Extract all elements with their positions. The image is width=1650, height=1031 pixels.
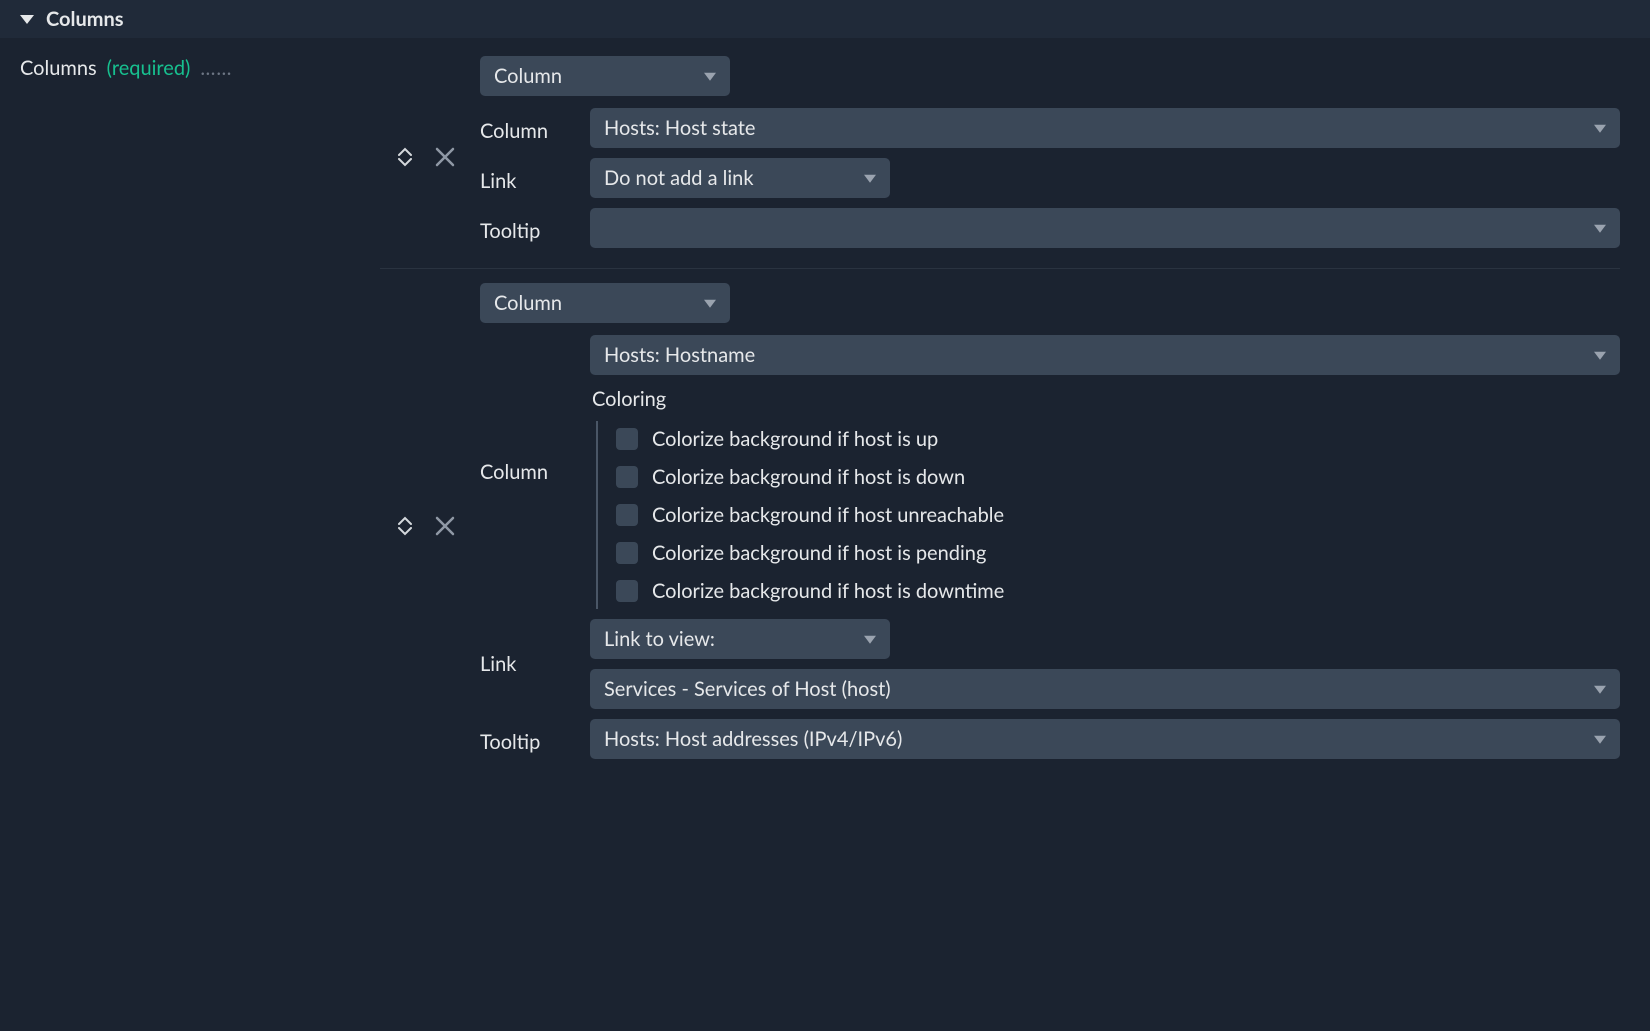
checkbox-icon [616, 466, 638, 488]
panel-title: Columns [46, 7, 124, 31]
column-block: Column Column Hosts: Hostname Coloring [380, 268, 1620, 779]
section-label-text: Columns [20, 56, 97, 80]
field-label-column: Column [480, 113, 590, 143]
chevron-down-icon [1594, 736, 1606, 744]
section-label: Columns (required) …… [20, 56, 380, 80]
coloring-label: Colorize background if host unreachable [652, 503, 1004, 527]
column-value: Hosts: Hostname [604, 343, 755, 367]
column-value-select[interactable]: Hosts: Hostname [590, 335, 1620, 375]
coloring-label: Colorize background if host is up [652, 427, 938, 451]
close-icon [434, 146, 456, 168]
chevron-up-icon [398, 147, 412, 156]
coloring-checkbox-downtime[interactable]: Colorize background if host is downtime [616, 579, 1620, 603]
delete-button[interactable] [434, 146, 456, 168]
chevron-down-icon [1594, 125, 1606, 133]
reorder-handle[interactable] [398, 147, 412, 167]
column-type-value: Column [494, 291, 562, 315]
coloring-checkbox-up[interactable]: Colorize background if host is up [616, 427, 1620, 451]
panel-header[interactable]: Columns [0, 0, 1650, 38]
reorder-handle[interactable] [398, 516, 412, 536]
link-mode-value: Link to view: [604, 627, 715, 651]
chevron-down-icon [398, 158, 412, 167]
coloring-options: Colorize background if host is up Colori… [596, 421, 1620, 609]
coloring-heading: Coloring [590, 387, 1620, 411]
collapse-triangle-icon [20, 15, 34, 24]
chevron-up-icon [398, 516, 412, 525]
chevron-down-icon [398, 527, 412, 536]
link-value: Do not add a link [604, 166, 754, 190]
chevron-down-icon [1594, 225, 1606, 233]
link-mode-select[interactable]: Link to view: [590, 619, 890, 659]
checkbox-icon [616, 542, 638, 564]
column-block: Column Column Hosts: Host state Link Do … [380, 56, 1620, 268]
required-badge: (required) [107, 56, 191, 80]
field-label-tooltip: Tooltip [480, 213, 590, 243]
column-type-select[interactable]: Column [480, 56, 730, 96]
chevron-down-icon [1594, 686, 1606, 694]
link-target-value: Services - Services of Host (host) [604, 677, 891, 701]
chevron-down-icon [864, 636, 876, 644]
field-label-column: Column [480, 460, 590, 484]
field-label-link: Link [480, 652, 590, 676]
checkbox-icon [616, 504, 638, 526]
column-type-value: Column [494, 64, 562, 88]
checkbox-icon [616, 580, 638, 602]
dots-icon: …… [200, 56, 232, 80]
tooltip-value-select[interactable] [590, 208, 1620, 248]
link-value-select[interactable]: Do not add a link [590, 158, 890, 198]
delete-button[interactable] [434, 515, 456, 537]
coloring-label: Colorize background if host is down [652, 465, 965, 489]
coloring-checkbox-down[interactable]: Colorize background if host is down [616, 465, 1620, 489]
chevron-down-icon [864, 175, 876, 183]
chevron-down-icon [704, 73, 716, 81]
chevron-down-icon [1594, 352, 1606, 360]
field-label-tooltip: Tooltip [480, 724, 590, 754]
coloring-checkbox-unreachable[interactable]: Colorize background if host unreachable [616, 503, 1620, 527]
tooltip-value-select[interactable]: Hosts: Host addresses (IPv4/IPv6) [590, 719, 1620, 759]
coloring-label: Colorize background if host is downtime [652, 579, 1004, 603]
link-target-select[interactable]: Services - Services of Host (host) [590, 669, 1620, 709]
chevron-down-icon [704, 300, 716, 308]
field-label-link: Link [480, 163, 590, 193]
close-icon [434, 515, 456, 537]
checkbox-icon [616, 428, 638, 450]
tooltip-value: Hosts: Host addresses (IPv4/IPv6) [604, 727, 902, 751]
column-value: Hosts: Host state [604, 116, 755, 140]
column-value-select[interactable]: Hosts: Host state [590, 108, 1620, 148]
coloring-label: Colorize background if host is pending [652, 541, 986, 565]
column-type-select[interactable]: Column [480, 283, 730, 323]
coloring-checkbox-pending[interactable]: Colorize background if host is pending [616, 541, 1620, 565]
